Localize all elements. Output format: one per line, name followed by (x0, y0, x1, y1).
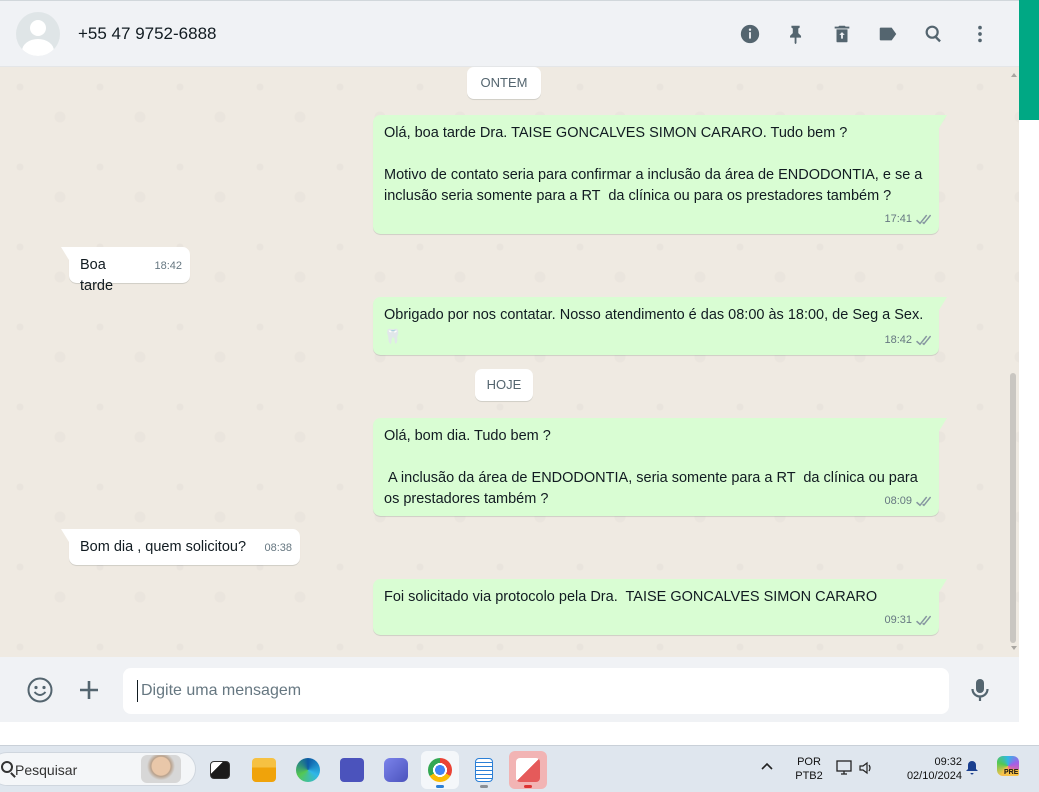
message-bubble-outgoing[interactable]: Foi solicitado via protocolo pela Dra. T… (373, 579, 947, 635)
message-text: Bom dia , quem solicitou? (80, 539, 247, 555)
volume-icon[interactable] (858, 760, 874, 792)
header-actions (721, 17, 997, 51)
double-check-icon (915, 335, 931, 346)
message-time: 08:09 (884, 495, 912, 507)
system-clock[interactable]: 09:32 02/10/2024 (890, 755, 962, 792)
message-meta: 09:31 (884, 610, 931, 631)
message-composer (0, 657, 1019, 723)
chat-header: +55 47 9752-6888 (0, 1, 1019, 67)
message-bubble-outgoing[interactable]: Olá, boa tarde Dra. TAISE GONCALVES SIMO… (373, 115, 947, 234)
message-time: 18:42 (154, 260, 182, 272)
message-bubble-outgoing[interactable]: Obrigado por nos contatar. Nosso atendim… (373, 297, 947, 355)
emoji-icon[interactable] (26, 676, 54, 704)
running-app-indicator (524, 785, 532, 788)
active-app-indicator (436, 785, 444, 788)
message-time: 17:41 (884, 213, 912, 225)
window-edge-strip (1019, 0, 1039, 745)
message-meta: 08:09 (884, 491, 931, 512)
text-cursor (137, 680, 138, 702)
edge-browser-icon[interactable] (289, 751, 327, 789)
contact-name[interactable]: +55 47 9752-6888 (78, 24, 217, 44)
message-text: Boa tarde (80, 257, 114, 294)
message-time: 08:38 (264, 542, 292, 554)
network-icon[interactable] (836, 760, 854, 792)
message-text: Olá, boa tarde Dra. TAISE GONCALVES SIMO… (384, 125, 923, 204)
message-bubble-incoming[interactable]: Boa tarde 18:42 (61, 247, 190, 294)
double-check-icon (915, 214, 931, 225)
language-code: POR (797, 756, 821, 768)
date-separator-yesterday: ONTEM (467, 67, 541, 99)
notification-bell-icon[interactable] (964, 760, 980, 792)
chrome-browser-icon[interactable] (421, 751, 459, 789)
menu-icon[interactable] (963, 17, 997, 51)
tray-overflow-chevron-icon[interactable] (760, 760, 774, 792)
desktop-gap (0, 722, 1019, 745)
avatar-body-shape (22, 39, 54, 56)
double-check-icon (915, 615, 931, 626)
label-icon[interactable] (871, 17, 905, 51)
microphone-icon[interactable] (966, 676, 994, 704)
keyboard-layout: PTB2 (795, 770, 823, 782)
message-input[interactable] (123, 668, 949, 714)
task-view-icon[interactable] (201, 751, 239, 789)
search-highlight-icon (141, 755, 181, 783)
accent-bar (1019, 0, 1039, 120)
scroll-up-arrow[interactable] (1011, 73, 1017, 77)
search-label: Pesquisar (15, 762, 78, 778)
message-list[interactable]: ONTEM Olá, boa tarde Dra. TAISE GONCALVE… (0, 67, 1019, 657)
info-icon[interactable] (733, 17, 767, 51)
delete-icon[interactable] (825, 17, 859, 51)
language-indicator[interactable]: POR PTB2 (789, 755, 829, 792)
contact-avatar[interactable] (16, 12, 60, 56)
chat-scrollbar[interactable] (1010, 373, 1016, 643)
copilot-icon[interactable]: PRE (995, 756, 1021, 780)
message-time: 18:42 (884, 334, 912, 346)
scroll-down-arrow[interactable] (1011, 646, 1017, 650)
message-bubble-outgoing[interactable]: Olá, bom dia. Tudo bem ? A inclusão da á… (373, 418, 947, 516)
message-text: Foi solicitado via protocolo pela Dra. T… (384, 589, 878, 605)
pin-icon[interactable] (779, 17, 813, 51)
date-separator-today: HOJE (475, 369, 533, 401)
message-meta: 17:41 (884, 209, 931, 230)
teams-icon[interactable] (377, 751, 415, 789)
file-explorer-icon[interactable] (245, 751, 283, 789)
attach-plus-icon[interactable] (75, 676, 103, 704)
teams-classic-icon[interactable] (333, 751, 371, 789)
taskbar-search[interactable]: Pesquisar (0, 752, 196, 786)
message-bubble-incoming[interactable]: Bom dia , quem solicitou? 08:38 (61, 529, 300, 565)
message-time: 09:31 (884, 614, 912, 626)
notepad-icon[interactable] (465, 751, 503, 789)
clock-time: 09:32 (934, 756, 962, 768)
whatsapp-window: +55 47 9752-6888 ONTEM Olá, boa tarde Dr… (0, 0, 1019, 723)
search-icon (1, 761, 13, 773)
message-meta: 08:38 (264, 538, 292, 559)
clock-date: 02/10/2024 (906, 770, 962, 782)
running-app-indicator (480, 785, 488, 788)
message-text: Obrigado por nos contatar. Nosso atendim… (384, 307, 924, 323)
message-meta: 18:42 (154, 256, 182, 277)
message-text: Olá, bom dia. Tudo bem ? A inclusão da á… (384, 428, 918, 507)
copilot-badge: PRE (1003, 769, 1020, 776)
message-meta: 18:42 (884, 330, 931, 351)
search-icon[interactable] (917, 17, 951, 51)
windows-taskbar: Pesquisar POR PTB2 09:32 02/10/2024 PRE (0, 745, 1039, 792)
snipping-tool-icon[interactable] (509, 751, 547, 789)
avatar-head-shape (30, 20, 46, 36)
double-check-icon (915, 496, 931, 507)
tooth-icon: 🦷 (384, 328, 402, 344)
